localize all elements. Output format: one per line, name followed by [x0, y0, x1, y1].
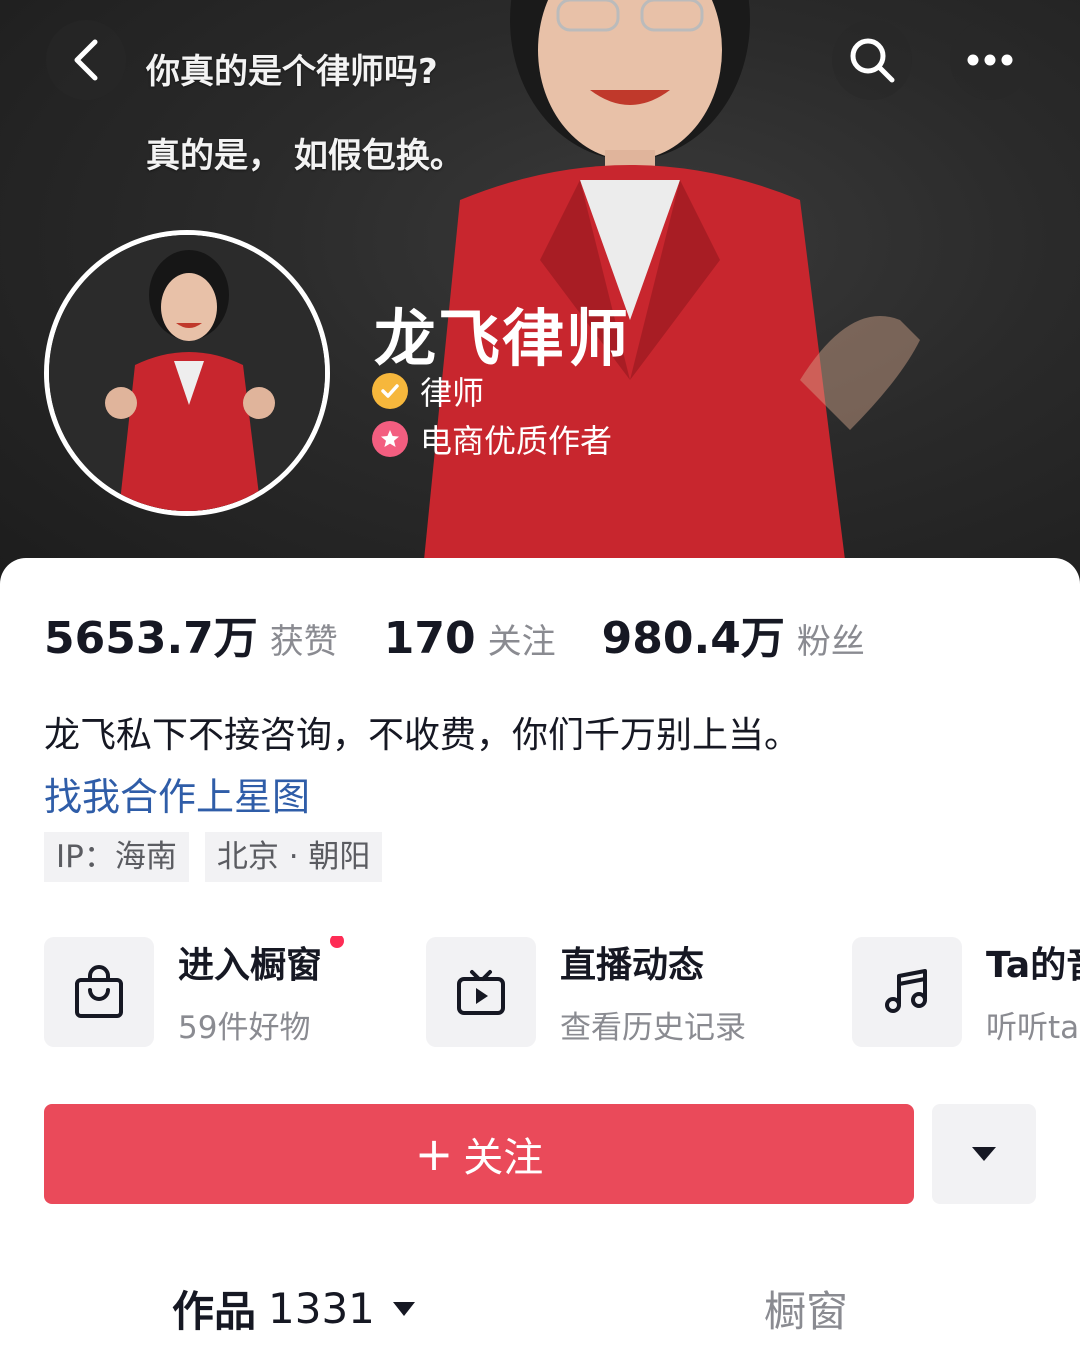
- feature-music[interactable]: Ta的音乐 听听ta的音乐: [852, 936, 1080, 1047]
- stat-label: 关注: [487, 622, 556, 662]
- feature-subtitle: 听听ta的音乐: [986, 1010, 1080, 1046]
- badge-verified: 律师: [372, 368, 484, 414]
- banner-caption-line1: 你真的是个律师吗?: [146, 52, 438, 92]
- stat-value: 170: [383, 613, 476, 664]
- badge-ecommerce[interactable]: 电商优质作者: [372, 416, 612, 462]
- avatar[interactable]: [44, 230, 330, 516]
- badge-label: 律师: [420, 374, 485, 412]
- stat-value: 5653.7万: [44, 613, 258, 664]
- ip-chip: IP：海南: [44, 832, 189, 882]
- feature-icon-box: [426, 936, 536, 1047]
- feature-entries: 进入橱窗 59件好物 直播动态 查看历史记录 Ta的音乐: [44, 936, 1080, 1052]
- back-button[interactable]: [46, 20, 126, 100]
- badge-label: 电商优质作者: [420, 422, 613, 460]
- feature-title: 直播动态: [560, 945, 705, 986]
- caret-down-icon: [392, 1301, 415, 1316]
- tab-works[interactable]: 作品 1331: [172, 1278, 417, 1339]
- verified-check-icon: [372, 373, 408, 409]
- plus-icon: +: [414, 1127, 454, 1181]
- location-chip[interactable]: 北京 · 朝阳: [204, 832, 383, 882]
- chevron-left-icon: [74, 39, 98, 81]
- follow-button[interactable]: + 关注: [44, 1104, 914, 1204]
- stat-followers[interactable]: 980.4万 粉丝: [602, 602, 865, 666]
- banner-caption-line2: 真的是， 如假包换。: [146, 136, 464, 176]
- more-button[interactable]: [950, 20, 1030, 100]
- profile-banner: 你真的是个律师吗? 真的是， 如假包换。 龙飞律师 律师 电商优质作者: [0, 0, 1080, 600]
- collab-link[interactable]: 找我合作上星图: [44, 766, 310, 821]
- more-icon: [967, 54, 1013, 66]
- search-button[interactable]: [832, 20, 912, 100]
- feature-subtitle: 59件好物: [178, 1010, 311, 1046]
- caret-down-icon: [972, 1147, 996, 1161]
- feature-subtitle: 查看历史记录: [560, 1010, 746, 1046]
- tab-label: 作品: [172, 1287, 257, 1336]
- music-note-icon: [885, 968, 927, 1013]
- stat-likes[interactable]: 5653.7万 获赞: [44, 602, 338, 666]
- star-badge-icon: [372, 421, 408, 457]
- tv-play-icon: [457, 969, 505, 1015]
- stat-following[interactable]: 170 关注: [384, 613, 556, 664]
- stats-row: 5653.7万 获赞 170 关注 980.4万 粉丝: [44, 602, 911, 666]
- shopping-bag-icon: [75, 964, 123, 1018]
- notification-dot: [330, 936, 345, 948]
- avatar-image: [49, 235, 325, 511]
- feature-title: 进入橱窗: [178, 945, 323, 986]
- content-tabs: 作品 1331 橱窗: [0, 1270, 1080, 1350]
- location-chips: IP：海南 北京 · 朝阳: [44, 832, 398, 882]
- feature-icon-box: [852, 936, 962, 1047]
- feature-shop-window[interactable]: 进入橱窗 59件好物: [44, 936, 345, 1047]
- feature-icon-box: [44, 936, 154, 1047]
- feature-live[interactable]: 直播动态 查看历史记录: [426, 936, 746, 1047]
- follow-label: 关注: [463, 1135, 544, 1181]
- profile-name: 龙飞律师: [374, 302, 631, 375]
- stat-label: 粉丝: [796, 622, 865, 662]
- stat-value: 980.4万: [601, 613, 785, 664]
- tab-shop-window[interactable]: 橱窗: [764, 1278, 848, 1339]
- recommend-dropdown-button[interactable]: [932, 1104, 1036, 1204]
- tab-label: 橱窗: [764, 1287, 849, 1336]
- feature-title: Ta的音乐: [986, 945, 1080, 986]
- bio-text: 龙飞私下不接咨询，不收费，你们千万别上当。: [44, 715, 801, 756]
- search-icon: [850, 38, 895, 83]
- works-count: 1331: [268, 1284, 375, 1333]
- stat-label: 获赞: [269, 622, 338, 662]
